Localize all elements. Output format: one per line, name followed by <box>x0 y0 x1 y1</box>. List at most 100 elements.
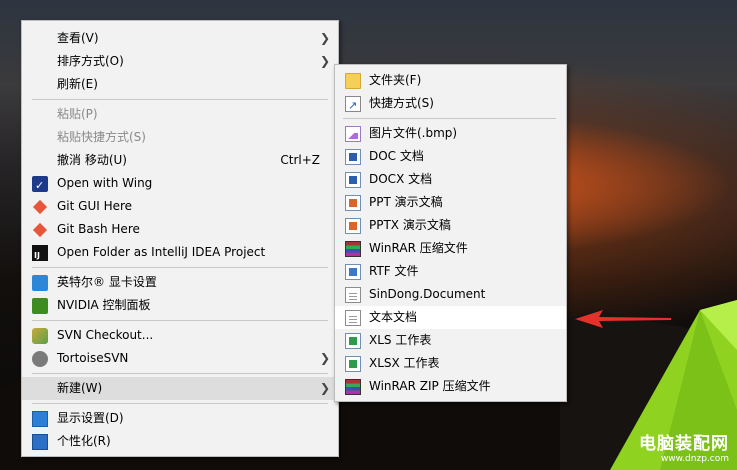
menu-item-label: 排序方式(O) <box>57 54 124 68</box>
desktop-context-menu: 查看(V) ❯ 排序方式(O) ❯ 刷新(E) 粘贴(P) 粘贴快捷方式(S) … <box>21 20 339 457</box>
menu-item-label: SinDong.Document <box>369 287 486 301</box>
menu-item-undo-move[interactable]: 撤消 移动(U) Ctrl+Z <box>22 149 338 172</box>
new-submenu: 文件夹(F) 快捷方式(S) 图片文件(.bmp) DOC 文档 DOCX 文档… <box>334 64 567 402</box>
submenu-item-pptx[interactable]: PPTX 演示文稿 <box>335 214 566 237</box>
menu-item-label: WinRAR 压缩文件 <box>369 241 468 255</box>
watermark: 电脑装配网 www.dnzp.com <box>639 429 729 464</box>
chevron-right-icon: ❯ <box>319 31 330 45</box>
watermark-title: 电脑装配网 <box>639 434 729 454</box>
menu-item-view[interactable]: 查看(V) ❯ <box>22 27 338 50</box>
ppt-file-icon <box>345 195 361 211</box>
submenu-item-xlsx[interactable]: XLSX 工作表 <box>335 352 566 375</box>
menu-item-label: 显示设置(D) <box>57 411 124 425</box>
red-arrow-icon <box>575 310 671 328</box>
rtf-file-icon <box>345 264 361 280</box>
menu-item-label: 粘贴(P) <box>57 107 98 121</box>
menu-item-label: 文件夹(F) <box>369 73 422 87</box>
submenu-item-sindong-document[interactable]: SinDong.Document <box>335 283 566 306</box>
menu-item-display-settings[interactable]: 显示设置(D) <box>22 407 338 430</box>
blank-file-icon <box>345 287 361 303</box>
menu-item-label: 粘贴快捷方式(S) <box>57 130 146 144</box>
submenu-item-winrar[interactable]: WinRAR 压缩文件 <box>335 237 566 260</box>
menu-item-label: Open with Wing <box>57 176 153 190</box>
chevron-right-icon: ❯ <box>319 381 330 395</box>
submenu-item-bmp[interactable]: 图片文件(.bmp) <box>335 122 566 145</box>
menu-item-label: XLSX 工作表 <box>369 356 440 370</box>
chevron-right-icon: ❯ <box>319 351 330 365</box>
xls-file-icon <box>345 333 361 349</box>
menu-item-label: SVN Checkout... <box>57 328 154 342</box>
wing-ide-icon <box>32 174 48 197</box>
menu-item-label: 查看(V) <box>57 31 99 45</box>
tortoisesvn-icon <box>32 351 48 367</box>
display-settings-icon <box>32 411 48 427</box>
menu-item-git-gui[interactable]: Git GUI Here <box>22 195 338 218</box>
chevron-right-icon: ❯ <box>319 54 330 68</box>
menu-item-label: WinRAR ZIP 压缩文件 <box>369 379 491 393</box>
menu-item-label: 英特尔® 显卡设置 <box>57 275 157 289</box>
menu-item-label: Open Folder as IntelliJ IDEA Project <box>57 245 266 259</box>
submenu-item-ppt[interactable]: PPT 演示文稿 <box>335 191 566 214</box>
menu-item-label: TortoiseSVN <box>57 351 129 365</box>
menu-item-new[interactable]: 新建(W) ❯ <box>22 377 338 400</box>
menu-item-label: 新建(W) <box>57 381 103 395</box>
menu-item-label: 刷新(E) <box>57 77 98 91</box>
menu-item-git-bash[interactable]: Git Bash Here <box>22 218 338 241</box>
menu-item-tortoisesvn[interactable]: TortoiseSVN ❯ <box>22 347 338 370</box>
menu-separator <box>32 320 328 321</box>
submenu-item-xls[interactable]: XLS 工作表 <box>335 329 566 352</box>
nvidia-icon <box>32 298 48 314</box>
git-icon <box>32 222 48 238</box>
pptx-file-icon <box>345 218 361 234</box>
menu-item-personalize[interactable]: 个性化(R) <box>22 430 338 453</box>
xlsx-file-icon <box>345 356 361 372</box>
folder-icon <box>345 73 361 89</box>
menu-item-label: 个性化(R) <box>57 434 111 448</box>
menu-separator <box>343 118 556 119</box>
personalize-icon <box>32 434 48 450</box>
menu-item-label: Git GUI Here <box>57 199 133 213</box>
intellij-idea-icon <box>32 244 48 267</box>
menu-item-paste-shortcut: 粘贴快捷方式(S) <box>22 126 338 149</box>
submenu-item-folder[interactable]: 文件夹(F) <box>335 69 566 92</box>
menu-separator <box>32 267 328 268</box>
submenu-item-winrar-zip[interactable]: WinRAR ZIP 压缩文件 <box>335 375 566 398</box>
menu-item-refresh[interactable]: 刷新(E) <box>22 73 338 96</box>
svn-checkout-icon <box>32 328 48 344</box>
menu-item-label: 撤消 移动(U) <box>57 153 127 167</box>
watermark-url: www.dnzp.com <box>660 454 729 464</box>
menu-item-paste: 粘贴(P) <box>22 103 338 126</box>
menu-item-sort-by[interactable]: 排序方式(O) ❯ <box>22 50 338 73</box>
menu-item-open-with-wing[interactable]: Open with Wing <box>22 172 338 197</box>
docx-file-icon <box>345 172 361 188</box>
menu-item-label: RTF 文件 <box>369 264 419 278</box>
menu-item-nvidia-control-panel[interactable]: NVIDIA 控制面板 <box>22 294 338 317</box>
winrar-zip-icon <box>345 379 361 395</box>
intel-graphics-icon <box>32 275 48 291</box>
submenu-item-docx[interactable]: DOCX 文档 <box>335 168 566 191</box>
bmp-file-icon <box>345 126 361 142</box>
menu-item-label: 快捷方式(S) <box>369 96 434 110</box>
text-file-icon <box>345 310 361 326</box>
submenu-item-doc[interactable]: DOC 文档 <box>335 145 566 168</box>
menu-item-label: XLS 工作表 <box>369 333 432 347</box>
menu-item-label: NVIDIA 控制面板 <box>57 298 151 312</box>
menu-item-label: Git Bash Here <box>57 222 140 236</box>
menu-item-svn-checkout[interactable]: SVN Checkout... <box>22 324 338 347</box>
menu-item-label: PPTX 演示文稿 <box>369 218 451 232</box>
menu-item-label: PPT 演示文稿 <box>369 195 443 209</box>
menu-item-label: 文本文档 <box>369 310 418 324</box>
keyboard-shortcut: Ctrl+Z <box>280 153 320 167</box>
git-icon <box>32 199 48 215</box>
menu-separator <box>32 403 328 404</box>
winrar-icon <box>345 241 361 257</box>
shortcut-icon <box>345 94 361 117</box>
menu-item-intel-graphics[interactable]: 英特尔® 显卡设置 <box>22 271 338 294</box>
menu-item-open-intellij[interactable]: Open Folder as IntelliJ IDEA Project <box>22 241 338 267</box>
submenu-item-rtf[interactable]: RTF 文件 <box>335 260 566 283</box>
submenu-item-text-document[interactable]: 文本文档 <box>335 306 566 329</box>
menu-separator <box>32 373 328 374</box>
doc-file-icon <box>345 149 361 165</box>
submenu-item-shortcut[interactable]: 快捷方式(S) <box>335 92 566 117</box>
menu-item-label: DOCX 文档 <box>369 172 433 186</box>
